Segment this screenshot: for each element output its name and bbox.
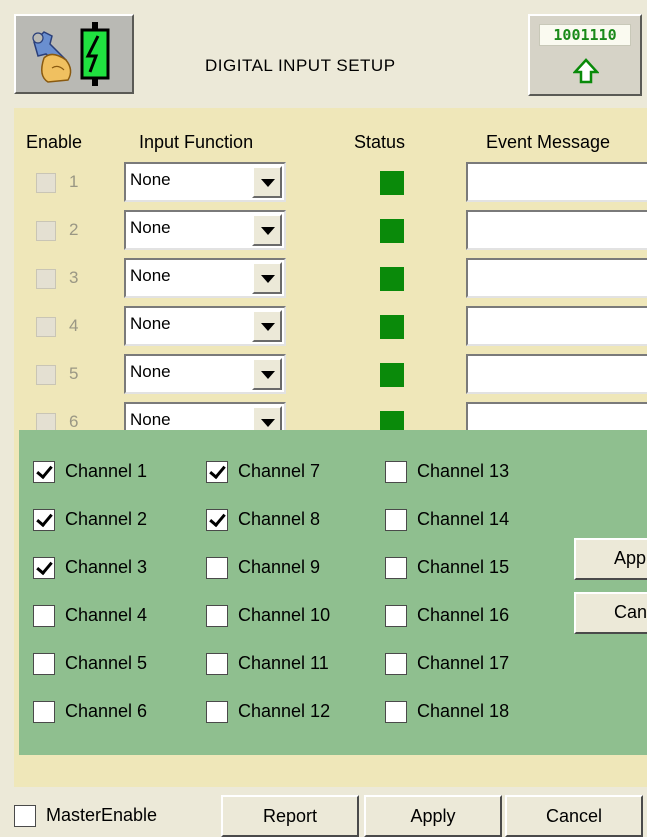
checkbox[interactable] [385,509,407,531]
checkbox[interactable] [33,461,55,483]
channel-label: Channel 14 [417,509,510,529]
row-number: 5 [69,364,79,383]
channel-label: Channel 3 [65,557,148,577]
checkbox[interactable] [206,653,228,675]
input-function-value: None [130,410,171,429]
input-function-select[interactable]: None [124,306,286,346]
status-indicator [380,363,404,387]
column-header-event-message: Event Message [486,132,611,152]
input-function-value: None [130,218,171,237]
channel-label: Channel 12 [238,701,331,721]
row-number: 6 [69,412,79,431]
checkbox[interactable] [206,509,228,531]
status-indicator [380,267,404,291]
checkbox[interactable] [33,509,55,531]
input-function-value: None [130,266,171,285]
event-message-input[interactable] [466,354,647,394]
channel-label: Channel 5 [65,653,148,673]
channel-label: Channel 1 [65,461,148,481]
checkbox[interactable] [33,557,55,579]
input-function-select[interactable]: None [124,354,286,394]
checkbox[interactable] [33,653,55,675]
enable-checkbox[interactable] [36,221,56,241]
table-row: 5 None [14,354,647,394]
column-header-input-function: Input Function [139,132,254,152]
enable-checkbox[interactable] [36,269,56,289]
channel-label: Channel 2 [65,509,148,529]
table-row: 4 None [14,306,647,346]
checkbox[interactable] [385,557,407,579]
binary-display: 1001110 [539,24,631,46]
checkbox[interactable] [385,461,407,483]
report-button[interactable]: Report [221,795,359,837]
channel-label: Channel 6 [65,701,148,721]
page-title: DIGITAL INPUT SETUP [205,56,396,75]
popup-cancel-button[interactable]: Canc [574,592,647,634]
tool-button[interactable] [14,14,134,94]
enable-checkbox[interactable] [36,365,56,385]
checkbox[interactable] [33,701,55,723]
event-message-input[interactable] [466,258,647,298]
column-header-enable: Enable [26,132,83,152]
apply-button[interactable]: Apply [364,795,502,837]
checkbox[interactable] [14,805,36,827]
checkbox[interactable] [385,701,407,723]
checkbox[interactable] [385,653,407,675]
channel-label: Channel 8 [238,509,321,529]
chevron-down-icon[interactable] [252,262,282,294]
channel-label: Channel 10 [238,605,331,625]
popup-apply-button[interactable]: App [574,538,647,580]
input-function-value: None [130,362,171,381]
event-message-input[interactable] [466,306,647,346]
checkbox[interactable] [206,557,228,579]
cancel-button[interactable]: Cancel [505,795,643,837]
channel-label: Channel 17 [417,653,510,673]
channel-label: Channel 15 [417,557,510,577]
row-number: 2 [69,220,79,239]
channel-label: Channel 13 [417,461,510,481]
row-number: 1 [69,172,79,191]
chevron-down-icon[interactable] [252,214,282,246]
upload-button[interactable]: 1001110 [528,14,642,96]
up-arrow-icon [573,58,599,84]
input-function-select[interactable]: None [124,258,286,298]
input-function-value: None [130,314,171,333]
table-row: 3 None [14,258,647,298]
checkbox[interactable] [206,701,228,723]
channel-label: Channel 11 [238,653,329,673]
digital-input-setup-window: DIGITAL INPUT SETUP 1001110 Enable Input… [0,0,647,837]
table-row: 2 None [14,210,647,250]
enable-checkbox[interactable] [36,173,56,193]
channel-label: Channel 16 [417,605,510,625]
chevron-down-icon[interactable] [252,358,282,390]
channel-select-popup: Channel 1 Channel 2 Channel 3 Channel 4 … [19,430,647,755]
row-number: 3 [69,268,79,287]
input-function-value: None [130,170,171,189]
column-header-status: Status [354,132,406,152]
status-indicator [380,219,404,243]
master-enable-label: MasterEnable [46,805,158,825]
master-enable-checkbox[interactable]: MasterEnable [14,795,214,835]
table-row: 1 None [14,162,647,202]
channel-label: Channel 9 [238,557,321,577]
status-indicator [380,171,404,195]
chevron-down-icon[interactable] [252,166,282,198]
event-message-input[interactable] [466,210,647,250]
checkbox[interactable] [206,605,228,627]
event-message-input[interactable] [466,162,647,202]
checkbox[interactable] [385,605,407,627]
channel-label: Channel 4 [65,605,148,625]
wrench-and-switch-icon [32,22,110,86]
input-function-select[interactable]: None [124,210,286,250]
input-function-select[interactable]: None [124,162,286,202]
header: DIGITAL INPUT SETUP 1001110 [0,0,647,108]
channel-label: Channel 7 [238,461,321,481]
status-indicator [380,315,404,339]
checkbox[interactable] [206,461,228,483]
enable-checkbox[interactable] [36,317,56,337]
checkbox[interactable] [33,605,55,627]
chevron-down-icon[interactable] [252,310,282,342]
channel-label: Channel 18 [417,701,510,721]
row-number: 4 [69,316,79,335]
